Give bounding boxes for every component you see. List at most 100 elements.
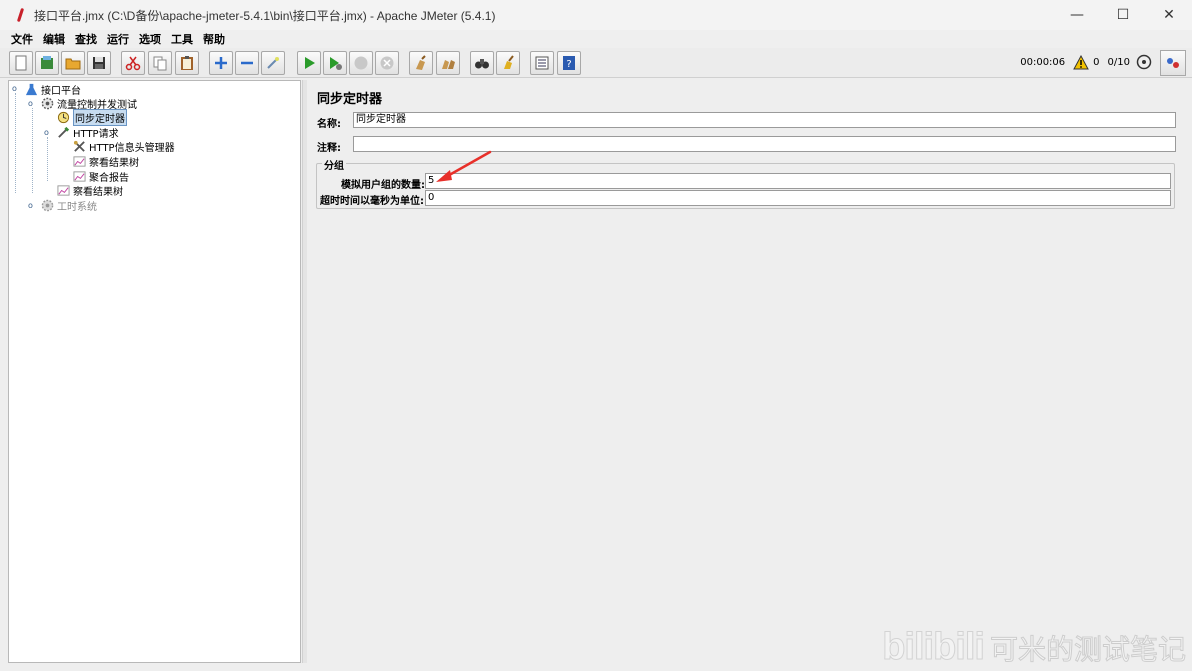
tree-node-header-manager[interactable]: HTTP信息头管理器 [72, 139, 175, 154]
broom-icon [416, 55, 426, 70]
listener-graph-icon [56, 183, 70, 197]
copy-icon [153, 56, 167, 71]
tree-node-http-request[interactable]: HTTP请求 [56, 125, 119, 140]
timeout-field[interactable]: 0 [425, 190, 1171, 206]
window-title: 接口平台.jmx (C:\D备份\apache-jmeter-5.4.1\bin… [34, 8, 496, 23]
tree-node-result-tree-1[interactable]: 察看结果树 [72, 154, 139, 169]
tree-label: 聚合报告 [89, 172, 129, 184]
close-button[interactable]: ✕ [1146, 0, 1192, 30]
tree-node-disabled-thread-group[interactable]: 工时系统 [40, 198, 97, 213]
name-field[interactable]: 同步定时器 [353, 112, 1176, 128]
menu-options[interactable]: 选项 [134, 31, 166, 47]
reset-search-button[interactable] [496, 51, 520, 75]
tree-guide-line [32, 108, 33, 193]
bilibili-watermark: bilibili 可米的测试笔记 [882, 626, 1187, 669]
tree-node-aggregate-report[interactable]: 聚合报告 [72, 169, 129, 184]
title-bar: 接口平台.jmx (C:\D备份\apache-jmeter-5.4.1\bin… [0, 0, 1192, 30]
config-tools-icon [72, 139, 86, 153]
open-button[interactable] [61, 51, 85, 75]
tree-toggle-thread-group[interactable]: o [28, 99, 33, 108]
tree-node-result-tree-2[interactable]: 察看结果树 [56, 183, 123, 198]
menu-edit[interactable]: 编辑 [38, 31, 70, 47]
clear-all-button[interactable] [436, 51, 460, 75]
toolbar: ? 00:00:06 0 0/10 [0, 48, 1192, 78]
thread-count: 0/10 [1107, 56, 1130, 68]
timer-clock-icon [56, 110, 70, 124]
scissors-icon [125, 56, 141, 71]
remote-engines-icon[interactable] [1136, 54, 1152, 70]
menu-search[interactable]: 查找 [70, 31, 102, 47]
status-area: 00:00:06 0 0/10 [1016, 54, 1152, 70]
cut-button[interactable] [121, 51, 145, 75]
elapsed-time: 00:00:06 [1020, 56, 1066, 68]
help-button[interactable]: ? [557, 51, 581, 75]
test-plan-flask-icon [24, 82, 38, 96]
plus-icon [215, 57, 227, 69]
maximize-button[interactable]: ☐ [1100, 0, 1146, 30]
clear-button[interactable] [409, 51, 433, 75]
log-viewer-icon [1167, 58, 1179, 68]
watermark-text: 可米的测试笔记 [989, 632, 1186, 666]
new-file-icon [15, 55, 27, 71]
users-label: 模拟用户组的数量: [341, 180, 425, 191]
shutdown-button[interactable] [375, 51, 399, 75]
tree-guide-line [47, 137, 48, 181]
start-no-pauses-button[interactable] [323, 51, 347, 75]
collapse-all-button[interactable] [235, 51, 259, 75]
svg-text:?: ? [566, 59, 571, 70]
save-button[interactable] [87, 51, 111, 75]
warning-count: 0 [1093, 56, 1100, 68]
stop-icon [354, 56, 368, 70]
tree-guide-line [15, 93, 16, 193]
comment-label: 注释: [317, 143, 341, 154]
play-icon [305, 57, 315, 69]
stop-button[interactable] [349, 51, 373, 75]
listener-graph-icon [72, 154, 86, 168]
menu-run[interactable]: 运行 [102, 31, 134, 47]
paste-button[interactable] [175, 51, 199, 75]
thread-group-gear-icon [40, 96, 54, 110]
play-no-pause-icon [330, 57, 342, 70]
minus-icon [241, 61, 253, 65]
new-button[interactable] [9, 51, 33, 75]
tree-toggle-http-request[interactable]: o [44, 128, 49, 137]
tree-label: 工时系统 [57, 201, 97, 213]
tree-label: 接口平台 [41, 85, 81, 97]
split-pane-divider[interactable] [302, 80, 307, 663]
tree-toggle-root[interactable]: o [12, 84, 17, 93]
floppy-disk-icon [93, 57, 105, 69]
page-title: 同步定时器 [317, 92, 383, 107]
reset-search-broom-icon [504, 55, 514, 69]
tree-label: 察看结果树 [73, 186, 123, 198]
menu-file[interactable]: 文件 [6, 31, 38, 47]
copy-button[interactable] [148, 51, 172, 75]
menu-tools[interactable]: 工具 [166, 31, 198, 47]
menu-help[interactable]: 帮助 [198, 31, 230, 47]
test-plan-tree: o 接口平台 o 流量控制并发测试 同步定时器 o HTTP请求 HTTP信息头… [8, 80, 301, 663]
menu-bar: 文件 编辑 查找 运行 选项 工具 帮助 [0, 30, 1192, 48]
annotation-arrow [436, 150, 492, 182]
tree-node-sync-timer[interactable]: 同步定时器 [56, 108, 127, 126]
broom-all-icon [442, 60, 455, 69]
search-button[interactable] [470, 51, 494, 75]
tree-node-test-plan[interactable]: 接口平台 [24, 82, 81, 97]
timeout-label: 超时时间以毫秒为单位: [320, 196, 424, 207]
disabled-gear-icon [40, 198, 54, 212]
expand-all-button[interactable] [209, 51, 233, 75]
warning-icon[interactable] [1073, 54, 1089, 70]
minimize-button[interactable]: — [1054, 0, 1100, 30]
name-label: 名称: [317, 119, 341, 130]
listener-graph-icon [72, 169, 86, 183]
help-question-icon: ? [563, 56, 575, 70]
log-viewer-button[interactable] [1160, 50, 1186, 76]
toggle-wand-icon [267, 57, 279, 69]
templates-button[interactable] [35, 51, 59, 75]
tree-label: 察看结果树 [89, 157, 139, 169]
clipboard-icon [181, 56, 193, 70]
function-helper-button[interactable] [530, 51, 554, 75]
toggle-button[interactable] [261, 51, 285, 75]
shutdown-icon [380, 56, 394, 70]
start-button[interactable] [297, 51, 321, 75]
tree-toggle-disabled-group[interactable]: o [28, 201, 33, 210]
group-size-field[interactable]: 5 [425, 173, 1171, 189]
